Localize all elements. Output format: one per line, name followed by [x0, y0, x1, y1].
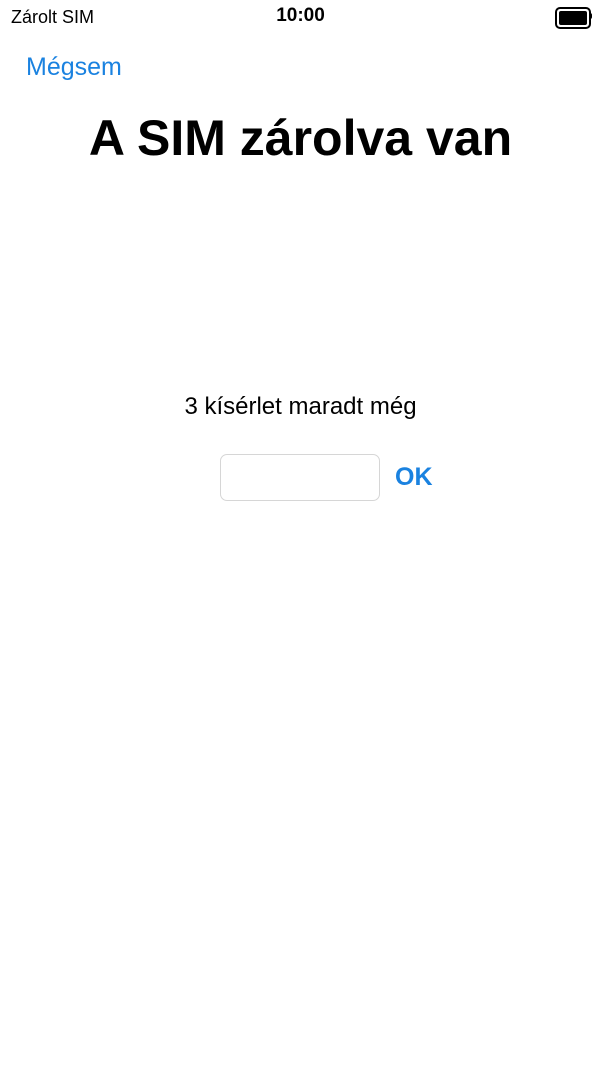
battery-body — [555, 7, 591, 29]
status-bar: Zárolt SIM 10:00 — [0, 0, 601, 34]
page-title: A SIM zárolva van — [88, 110, 513, 166]
cancel-button[interactable]: Mégsem — [26, 52, 122, 82]
status-clock: 10:00 — [276, 5, 325, 26]
attempts-remaining-text: 3 kísérlet maradt még — [184, 393, 417, 420]
battery-fill — [559, 11, 587, 25]
sim-pin-input[interactable] — [220, 454, 380, 501]
battery-icon — [555, 7, 592, 29]
battery-tip — [589, 13, 592, 19]
ok-button[interactable]: OK — [395, 462, 433, 492]
